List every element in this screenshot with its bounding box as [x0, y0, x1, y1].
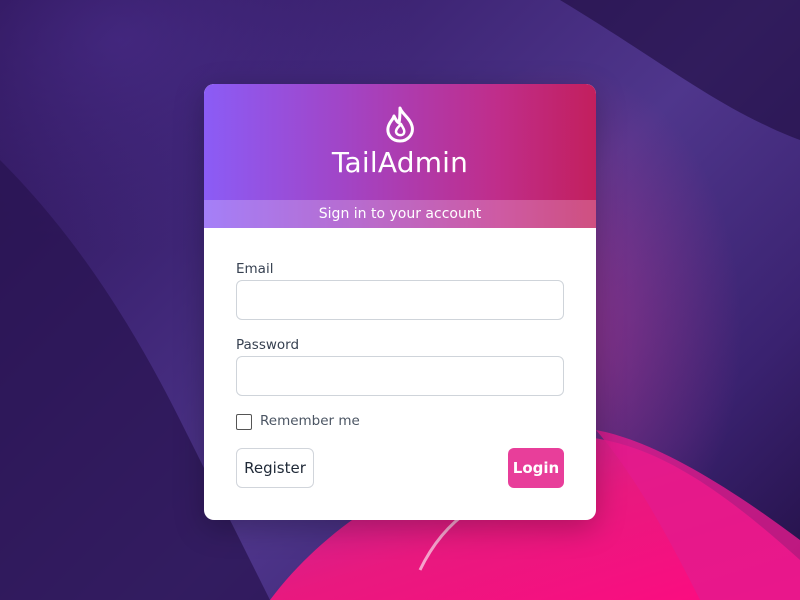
email-label: Email [236, 261, 274, 277]
login-card: TailAdmin Sign in to your account Email … [204, 84, 596, 520]
password-label: Password [236, 337, 300, 353]
register-button[interactable]: Register [236, 448, 314, 488]
password-input[interactable] [236, 356, 564, 396]
remember-label: Remember me [260, 413, 360, 429]
login-button[interactable]: Login [508, 448, 564, 488]
brand-title: TailAdmin [331, 146, 469, 179]
flame-icon [386, 106, 414, 143]
card-header: TailAdmin Sign in to your account [204, 84, 596, 228]
email-input[interactable] [236, 280, 564, 320]
signin-subtitle: Sign in to your account [204, 200, 596, 228]
remember-checkbox[interactable] [236, 414, 252, 430]
